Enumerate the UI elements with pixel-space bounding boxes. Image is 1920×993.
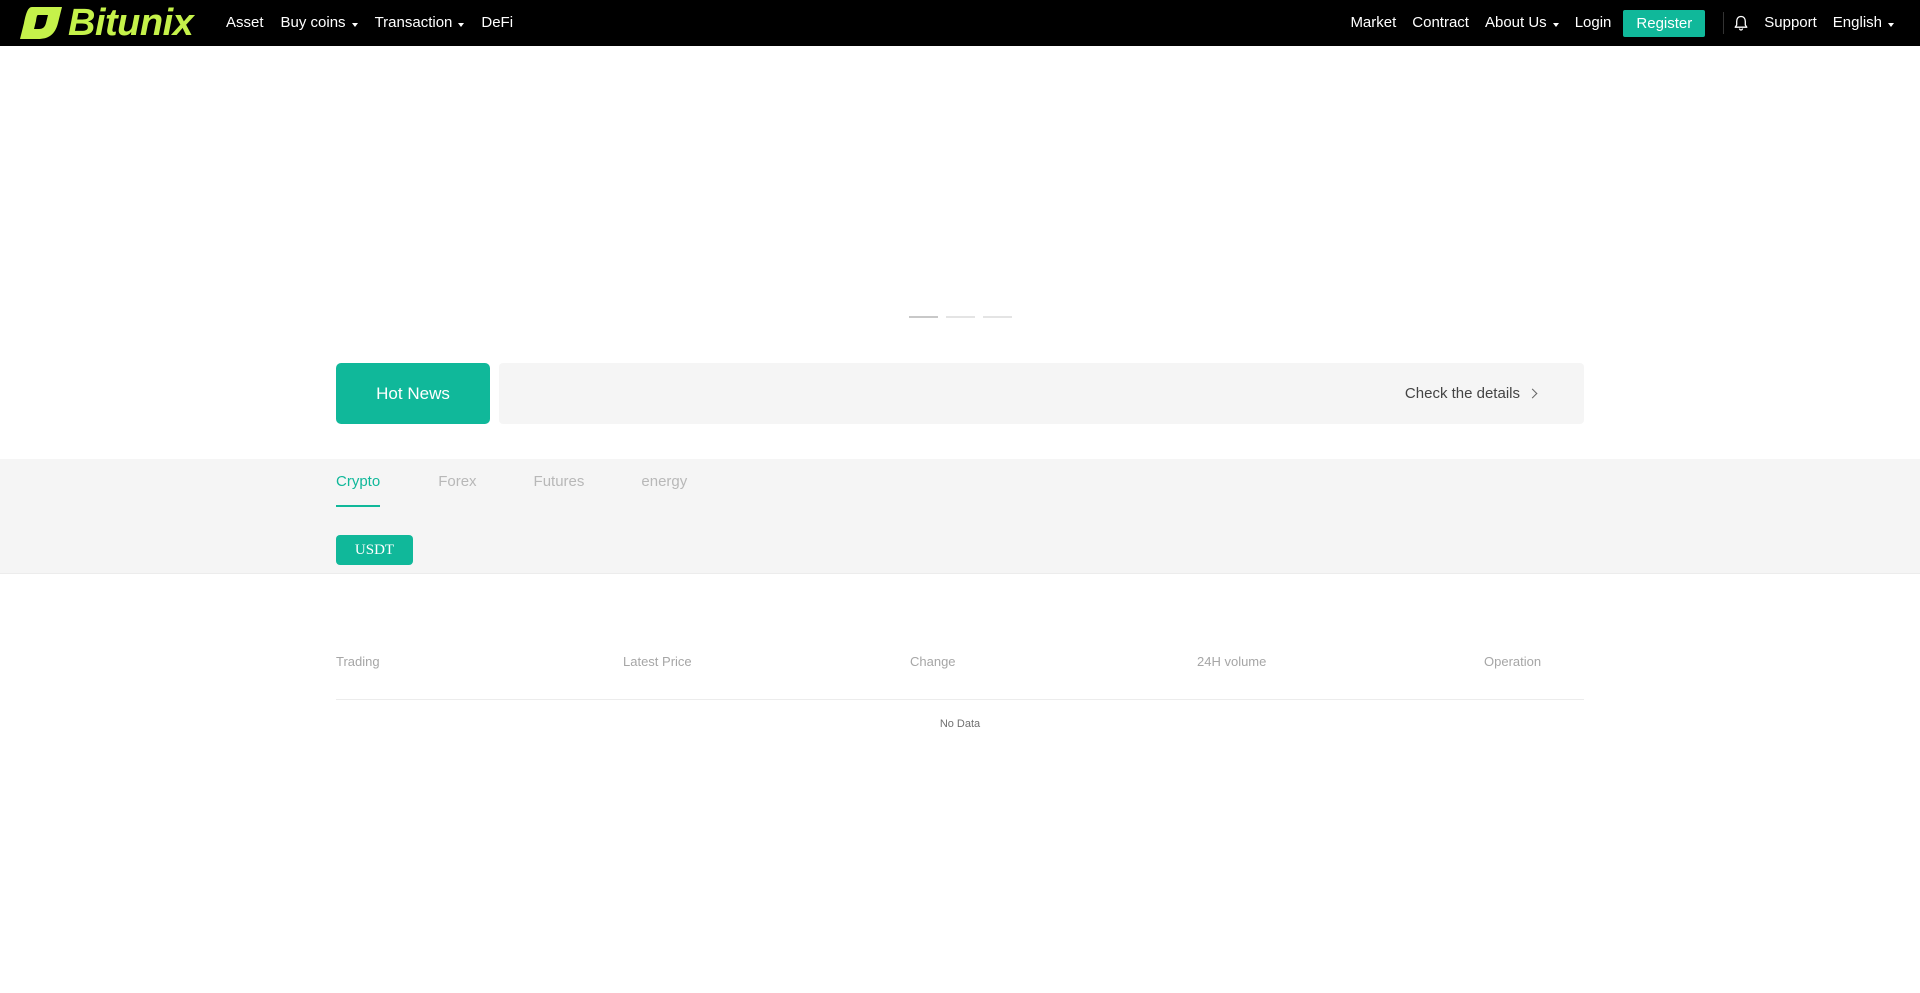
- nav-buy-coins[interactable]: Buy coins: [281, 0, 358, 46]
- check-details-link[interactable]: Check the details: [1404, 363, 1538, 424]
- top-navigation-bar: Bitunix Asset Buy coins Transaction DeFi…: [0, 0, 1920, 46]
- check-details-label: Check the details: [1404, 385, 1520, 402]
- bitunix-logo-icon: [18, 5, 64, 41]
- login-link[interactable]: Login: [1575, 0, 1612, 46]
- caret-down-icon: [1552, 22, 1559, 27]
- logo[interactable]: Bitunix: [18, 2, 194, 44]
- market-table-header: Trading Latest Price Change 24H volume O…: [336, 651, 1584, 700]
- secondary-nav: Market Contract About Us Login Register …: [1334, 0, 1894, 46]
- nav-market-label: Market: [1350, 14, 1397, 31]
- tab-crypto[interactable]: Crypto: [336, 459, 381, 507]
- hot-news-button[interactable]: Hot News: [336, 363, 490, 424]
- nav-transaction-label: Transaction: [374, 14, 453, 31]
- carousel-dot[interactable]: [909, 316, 938, 318]
- nav-market[interactable]: Market: [1350, 0, 1396, 46]
- tab-forex[interactable]: Forex: [438, 459, 476, 507]
- market-tabs: Crypto Forex Futures energy: [336, 459, 687, 507]
- carousel-dot[interactable]: [946, 316, 975, 318]
- nav-divider: [1723, 12, 1725, 34]
- nav-support[interactable]: Support: [1764, 0, 1817, 46]
- login-label: Login: [1574, 14, 1612, 31]
- nav-defi[interactable]: DeFi: [481, 0, 513, 46]
- column-latest-price: Latest Price: [623, 654, 692, 669]
- nav-asset-label: Asset: [226, 14, 264, 31]
- nav-buy-coins-label: Buy coins: [280, 14, 346, 31]
- news-ticker: Check the details: [499, 363, 1584, 424]
- caret-down-icon: [351, 22, 358, 27]
- nav-transaction[interactable]: Transaction: [375, 0, 465, 46]
- primary-nav: Asset Buy coins Transaction DeFi: [226, 0, 530, 46]
- carousel-indicators: [909, 316, 1020, 318]
- column-operation: Operation: [1484, 654, 1542, 669]
- tab-energy[interactable]: energy: [641, 459, 687, 507]
- chevron-right-icon: [1527, 388, 1538, 399]
- nav-about-us-label: About Us: [1484, 14, 1547, 31]
- nav-support-label: Support: [1764, 14, 1817, 31]
- language-selector[interactable]: English: [1833, 0, 1894, 46]
- nav-about-us[interactable]: About Us: [1485, 0, 1559, 46]
- column-24h-volume: 24H volume: [1197, 654, 1267, 669]
- nav-contract-label: Contract: [1412, 14, 1469, 31]
- logo-text: Bitunix: [68, 2, 194, 44]
- market-filter-area: Crypto Forex Futures energy USDT: [0, 459, 1920, 574]
- column-change: Change: [910, 654, 956, 669]
- bell-icon[interactable]: [1734, 15, 1748, 31]
- nav-asset[interactable]: Asset: [226, 0, 264, 46]
- caret-down-icon: [1888, 22, 1894, 27]
- usdt-filter-button[interactable]: USDT: [336, 535, 413, 565]
- column-trading: Trading: [336, 654, 380, 669]
- empty-state-text: No Data: [939, 718, 981, 730]
- tab-futures[interactable]: Futures: [534, 459, 585, 507]
- nav-defi-label: DeFi: [481, 14, 514, 31]
- nav-contract[interactable]: Contract: [1412, 0, 1469, 46]
- register-button[interactable]: Register: [1623, 9, 1706, 37]
- carousel-dot[interactable]: [983, 316, 1012, 318]
- banner-carousel[interactable]: [0, 46, 1920, 328]
- caret-down-icon: [458, 22, 465, 27]
- language-label: English: [1832, 14, 1882, 31]
